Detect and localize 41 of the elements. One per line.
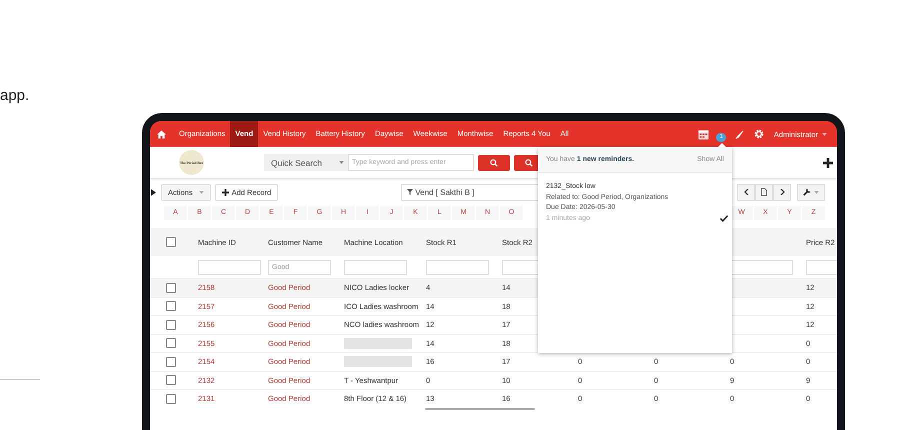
search-scope-select[interactable]: Quick Search [264, 154, 348, 171]
row-checkbox[interactable] [166, 320, 176, 330]
search-icon [525, 158, 533, 166]
column-filter-field[interactable] [198, 260, 261, 274]
redacted-block [344, 356, 412, 368]
filter-icon [407, 189, 414, 195]
intro-text: app. [0, 87, 30, 104]
caret-icon [814, 190, 819, 194]
row-checkbox[interactable] [166, 301, 176, 312]
caret-icon [198, 190, 204, 194]
row-checkbox[interactable] [166, 338, 176, 348]
row-checkbox[interactable] [166, 394, 176, 404]
brush-icon[interactable] [734, 130, 744, 138]
home-icon[interactable] [157, 130, 166, 138]
row-checkbox[interactable] [166, 356, 176, 367]
search-button[interactable] [478, 154, 510, 170]
caret-icon [822, 132, 827, 136]
column-filter-field[interactable] [344, 260, 407, 274]
column-filter-field[interactable] [730, 260, 793, 274]
settings-icon[interactable] [754, 129, 764, 139]
redacted-block [344, 338, 412, 349]
checkmark-icon[interactable] [720, 215, 728, 222]
calendar-icon[interactable] [698, 128, 709, 140]
document-button[interactable] [755, 184, 773, 200]
chevron-left-icon [744, 189, 748, 195]
document-icon [761, 188, 767, 196]
plus-icon [222, 188, 229, 196]
caret-icon [339, 161, 344, 164]
plus-icon[interactable] [823, 158, 833, 168]
expand-arrow-icon[interactable] [151, 188, 156, 196]
chevron-right-icon [780, 189, 784, 195]
column-filter-field[interactable] [426, 260, 489, 274]
next-button[interactable] [773, 184, 791, 200]
row-checkbox[interactable] [166, 375, 176, 386]
previous-button[interactable] [737, 184, 755, 200]
checkbox[interactable] [166, 237, 176, 247]
search-icon [490, 158, 498, 166]
tools-dropdown[interactable] [797, 184, 825, 200]
scrollbar[interactable] [425, 408, 535, 410]
row-checkbox[interactable] [166, 282, 176, 293]
wrench-icon [803, 188, 811, 196]
